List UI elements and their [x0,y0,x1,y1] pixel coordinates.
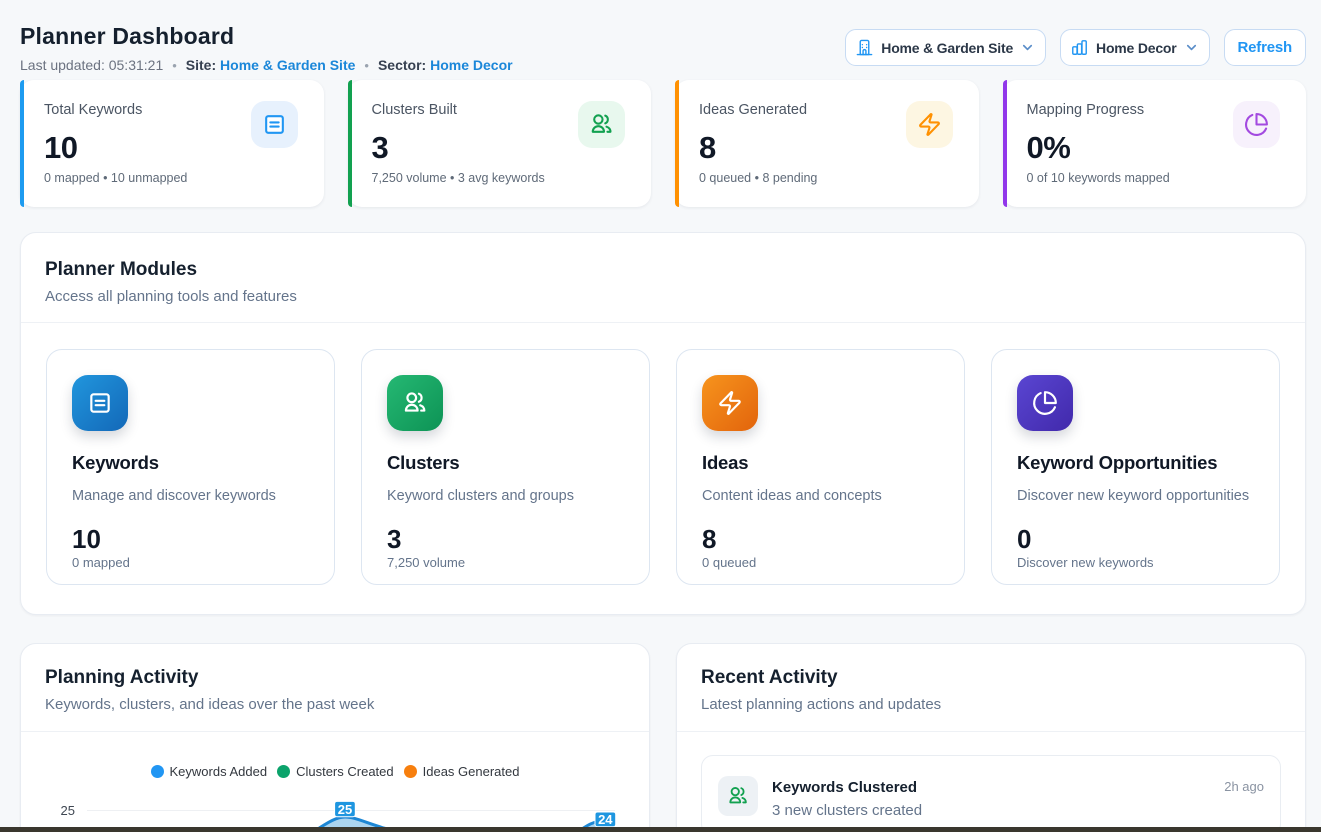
svg-text:25: 25 [338,802,352,817]
svg-text:25: 25 [61,803,75,818]
svg-text:24: 24 [598,812,613,827]
